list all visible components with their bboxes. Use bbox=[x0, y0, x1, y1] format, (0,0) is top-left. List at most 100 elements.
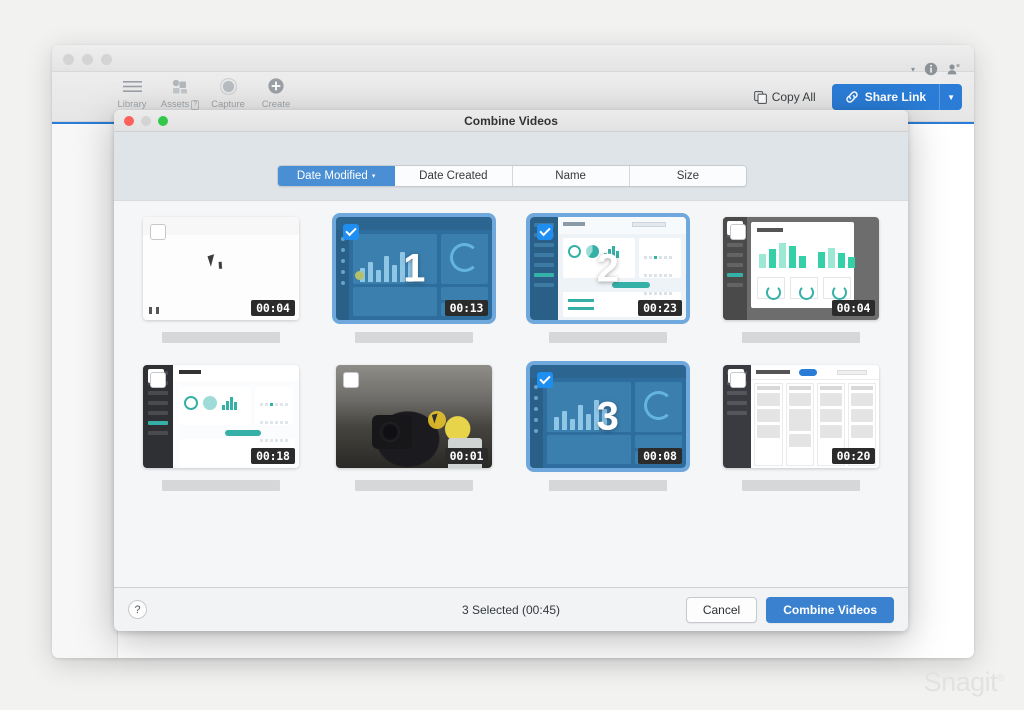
video-select-checkbox[interactable] bbox=[730, 372, 747, 388]
video-filename-placeholder bbox=[742, 332, 861, 343]
video-thumbnail[interactable]: 00:20 bbox=[723, 365, 880, 468]
preview-tiny-icons bbox=[148, 307, 159, 314]
video-cell: 2 00:23 bbox=[511, 213, 705, 343]
video-thumbnail[interactable]: 00:18 bbox=[142, 365, 299, 468]
toolbar-label-library: Library bbox=[117, 99, 147, 110]
watermark-registered-mark: ® bbox=[997, 673, 1004, 684]
toolbar-actions: Copy All Share Link ▼ bbox=[748, 84, 962, 110]
share-link-button[interactable]: Share Link bbox=[831, 84, 940, 110]
sort-tab-label: Name bbox=[555, 170, 586, 182]
sort-tab-name[interactable]: Name bbox=[512, 166, 630, 186]
copy-icon bbox=[753, 90, 767, 104]
video-filename-placeholder bbox=[161, 332, 280, 343]
video-cell: 3 00:08 bbox=[511, 361, 705, 491]
toolbar-item-library[interactable]: Library bbox=[108, 76, 156, 110]
video-select-checkbox[interactable] bbox=[536, 224, 553, 240]
close-button[interactable] bbox=[63, 54, 74, 65]
plus-icon bbox=[268, 76, 284, 96]
cursor-highlight-icon bbox=[428, 411, 447, 429]
video-select-checkbox[interactable] bbox=[149, 372, 166, 388]
dialog-window-controls[interactable] bbox=[124, 116, 168, 126]
video-filename-placeholder bbox=[742, 480, 861, 491]
chevron-down-icon[interactable]: ▾ bbox=[911, 65, 915, 74]
link-icon bbox=[846, 91, 858, 103]
video-duration: 00:23 bbox=[638, 300, 682, 316]
app-window-controls[interactable] bbox=[63, 54, 112, 65]
share-link-dropdown-button[interactable]: ▼ bbox=[939, 84, 962, 110]
snagit-watermark: Snagit® bbox=[924, 667, 1005, 698]
dialog-close-button[interactable] bbox=[124, 116, 134, 126]
video-thumbnail[interactable]: 00:01 bbox=[336, 365, 493, 468]
video-duration: 00:01 bbox=[444, 448, 489, 464]
toolbar-item-assets[interactable]: Assets? bbox=[156, 76, 204, 110]
help-button[interactable]: ? bbox=[128, 600, 147, 619]
video-select-checkbox[interactable] bbox=[536, 372, 553, 388]
video-order-number: 1 bbox=[403, 246, 426, 290]
video-cell: 00:01 bbox=[318, 365, 512, 491]
app-left-pane bbox=[52, 124, 118, 658]
video-grid-area[interactable]: 00:04 1 00:13 2 00:23 00:04 00:18 00:01 … bbox=[114, 200, 908, 627]
video-thumbnail[interactable]: 00:04 bbox=[723, 217, 880, 320]
copy-all-button[interactable]: Copy All bbox=[748, 86, 822, 108]
sort-direction-caret-icon: ▾ bbox=[371, 173, 376, 180]
cancel-button[interactable]: Cancel bbox=[685, 596, 758, 623]
video-order-number: 3 bbox=[596, 394, 619, 438]
copy-all-label: Copy All bbox=[771, 90, 816, 104]
dialog-footer: ? 3 Selected (00:45) Cancel Combine Vide… bbox=[114, 587, 908, 631]
video-cell: 00:18 bbox=[124, 365, 318, 491]
dialog-content: Date Modified ▾ Date Created Name Size 0… bbox=[114, 132, 908, 631]
minimize-button[interactable] bbox=[82, 54, 93, 65]
video-cell: 1 00:13 bbox=[318, 213, 512, 343]
video-thumbnail[interactable]: 1 00:13 bbox=[332, 213, 497, 324]
video-select-checkbox[interactable] bbox=[730, 224, 747, 240]
preview-top-strip bbox=[142, 217, 299, 235]
app-titlebar bbox=[52, 45, 974, 72]
share-link-label: Share Link bbox=[864, 90, 927, 104]
toolbar-label-capture: Capture bbox=[211, 99, 245, 110]
video-select-checkbox[interactable] bbox=[343, 372, 360, 388]
video-duration: 00:20 bbox=[831, 448, 876, 464]
chevron-down-icon: ▼ bbox=[947, 92, 955, 102]
combine-videos-dialog: Combine Videos Date Modified ▾ Date Crea… bbox=[114, 110, 908, 631]
video-thumbnail[interactable]: 2 00:23 bbox=[525, 213, 690, 324]
capture-icon bbox=[219, 76, 237, 96]
toolbar-tools: Library Assets? Capture Create bbox=[108, 76, 300, 110]
dialog-minimize-button[interactable] bbox=[141, 116, 151, 126]
footer-buttons: Cancel Combine Videos bbox=[685, 596, 894, 623]
video-filename-placeholder bbox=[161, 480, 280, 491]
sort-tab-date-created[interactable]: Date Created bbox=[395, 166, 513, 186]
assets-badge: ? bbox=[191, 100, 200, 110]
sort-tab-label: Size bbox=[676, 170, 700, 182]
video-duration: 00:04 bbox=[251, 300, 295, 316]
video-cell: 00:04 bbox=[124, 217, 318, 343]
video-duration: 00:08 bbox=[638, 448, 682, 464]
video-duration: 00:18 bbox=[251, 448, 295, 464]
sort-segmented-control: Date Modified ▾ Date Created Name Size bbox=[277, 165, 747, 187]
video-filename-placeholder bbox=[548, 480, 667, 491]
menu-icon bbox=[122, 76, 142, 96]
video-thumbnail[interactable]: 00:04 bbox=[142, 217, 299, 320]
video-thumbnail[interactable]: 3 00:08 bbox=[525, 361, 690, 472]
dialog-maximize-button[interactable] bbox=[158, 116, 168, 126]
sort-tab-size[interactable]: Size bbox=[629, 166, 746, 186]
toolbar-label-assets: Assets? bbox=[160, 99, 200, 110]
info-icon[interactable] bbox=[924, 62, 938, 76]
video-select-checkbox[interactable] bbox=[149, 224, 166, 240]
cursor-icon bbox=[207, 254, 218, 267]
share-people-icon[interactable] bbox=[947, 62, 961, 76]
video-filename-placeholder bbox=[355, 480, 474, 491]
video-filename-placeholder bbox=[548, 332, 667, 343]
sort-tab-date-modified[interactable]: Date Modified ▾ bbox=[278, 166, 396, 186]
video-cell: 00:04 bbox=[705, 217, 899, 343]
assets-icon bbox=[170, 76, 191, 96]
combine-videos-button[interactable]: Combine Videos bbox=[766, 596, 894, 623]
dialog-titlebar: Combine Videos bbox=[114, 110, 908, 132]
video-order-number: 2 bbox=[596, 246, 619, 290]
toolbar-item-create[interactable]: Create bbox=[252, 76, 300, 110]
toolbar-item-capture[interactable]: Capture bbox=[204, 76, 252, 110]
assets-text: Assets bbox=[160, 99, 190, 110]
video-filename-placeholder bbox=[355, 332, 474, 343]
video-duration: 00:04 bbox=[831, 300, 876, 316]
video-select-checkbox[interactable] bbox=[343, 224, 360, 240]
maximize-button[interactable] bbox=[101, 54, 112, 65]
